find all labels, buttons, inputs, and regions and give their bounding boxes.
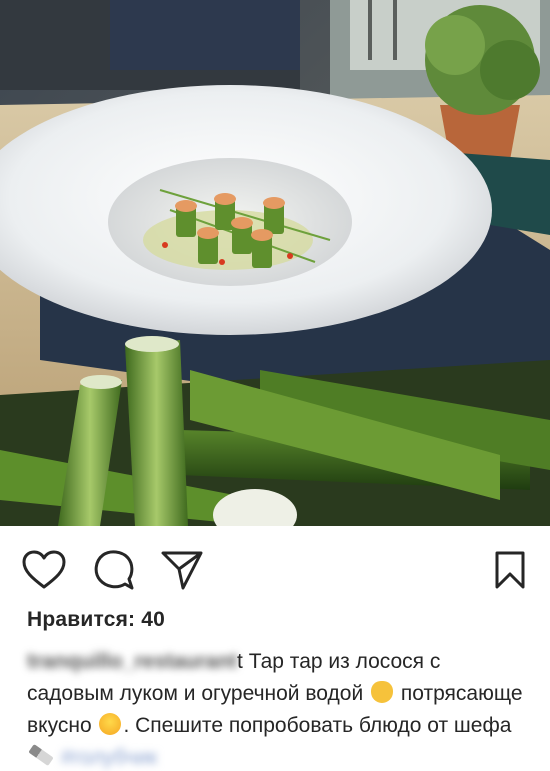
likes-number: 40 — [141, 608, 165, 631]
likes-count[interactable]: Нравится: 40 — [27, 608, 165, 632]
ok-hand-emoji-icon — [371, 681, 394, 703]
post-actions-bar — [0, 526, 550, 608]
paper-plane-icon — [161, 551, 203, 590]
author-username[interactable]: tranquillo_restaurant — [27, 650, 237, 673]
food-photo-illustration — [0, 0, 550, 526]
share-button[interactable] — [160, 548, 204, 592]
yum-face-emoji-icon — [99, 713, 122, 735]
comment-button[interactable] — [92, 548, 136, 592]
post-caption: tranquillo_restaurantt Тар тар из лосося… — [27, 646, 532, 771]
post-photo[interactable] — [0, 0, 550, 526]
bookmark-icon — [495, 551, 525, 589]
knife-emoji-icon — [28, 744, 54, 766]
hashtag-link[interactable]: #голубчик — [61, 746, 157, 769]
comment-bubble-icon — [94, 550, 134, 590]
likes-label: Нравится: — [27, 608, 136, 631]
save-button[interactable] — [488, 548, 532, 592]
heart-icon — [22, 550, 66, 589]
like-button[interactable] — [22, 548, 66, 592]
author-username-tail: t — [237, 650, 243, 673]
caption-text-part-3: . Спешите попробовать блюдо от шефа — [123, 714, 512, 737]
